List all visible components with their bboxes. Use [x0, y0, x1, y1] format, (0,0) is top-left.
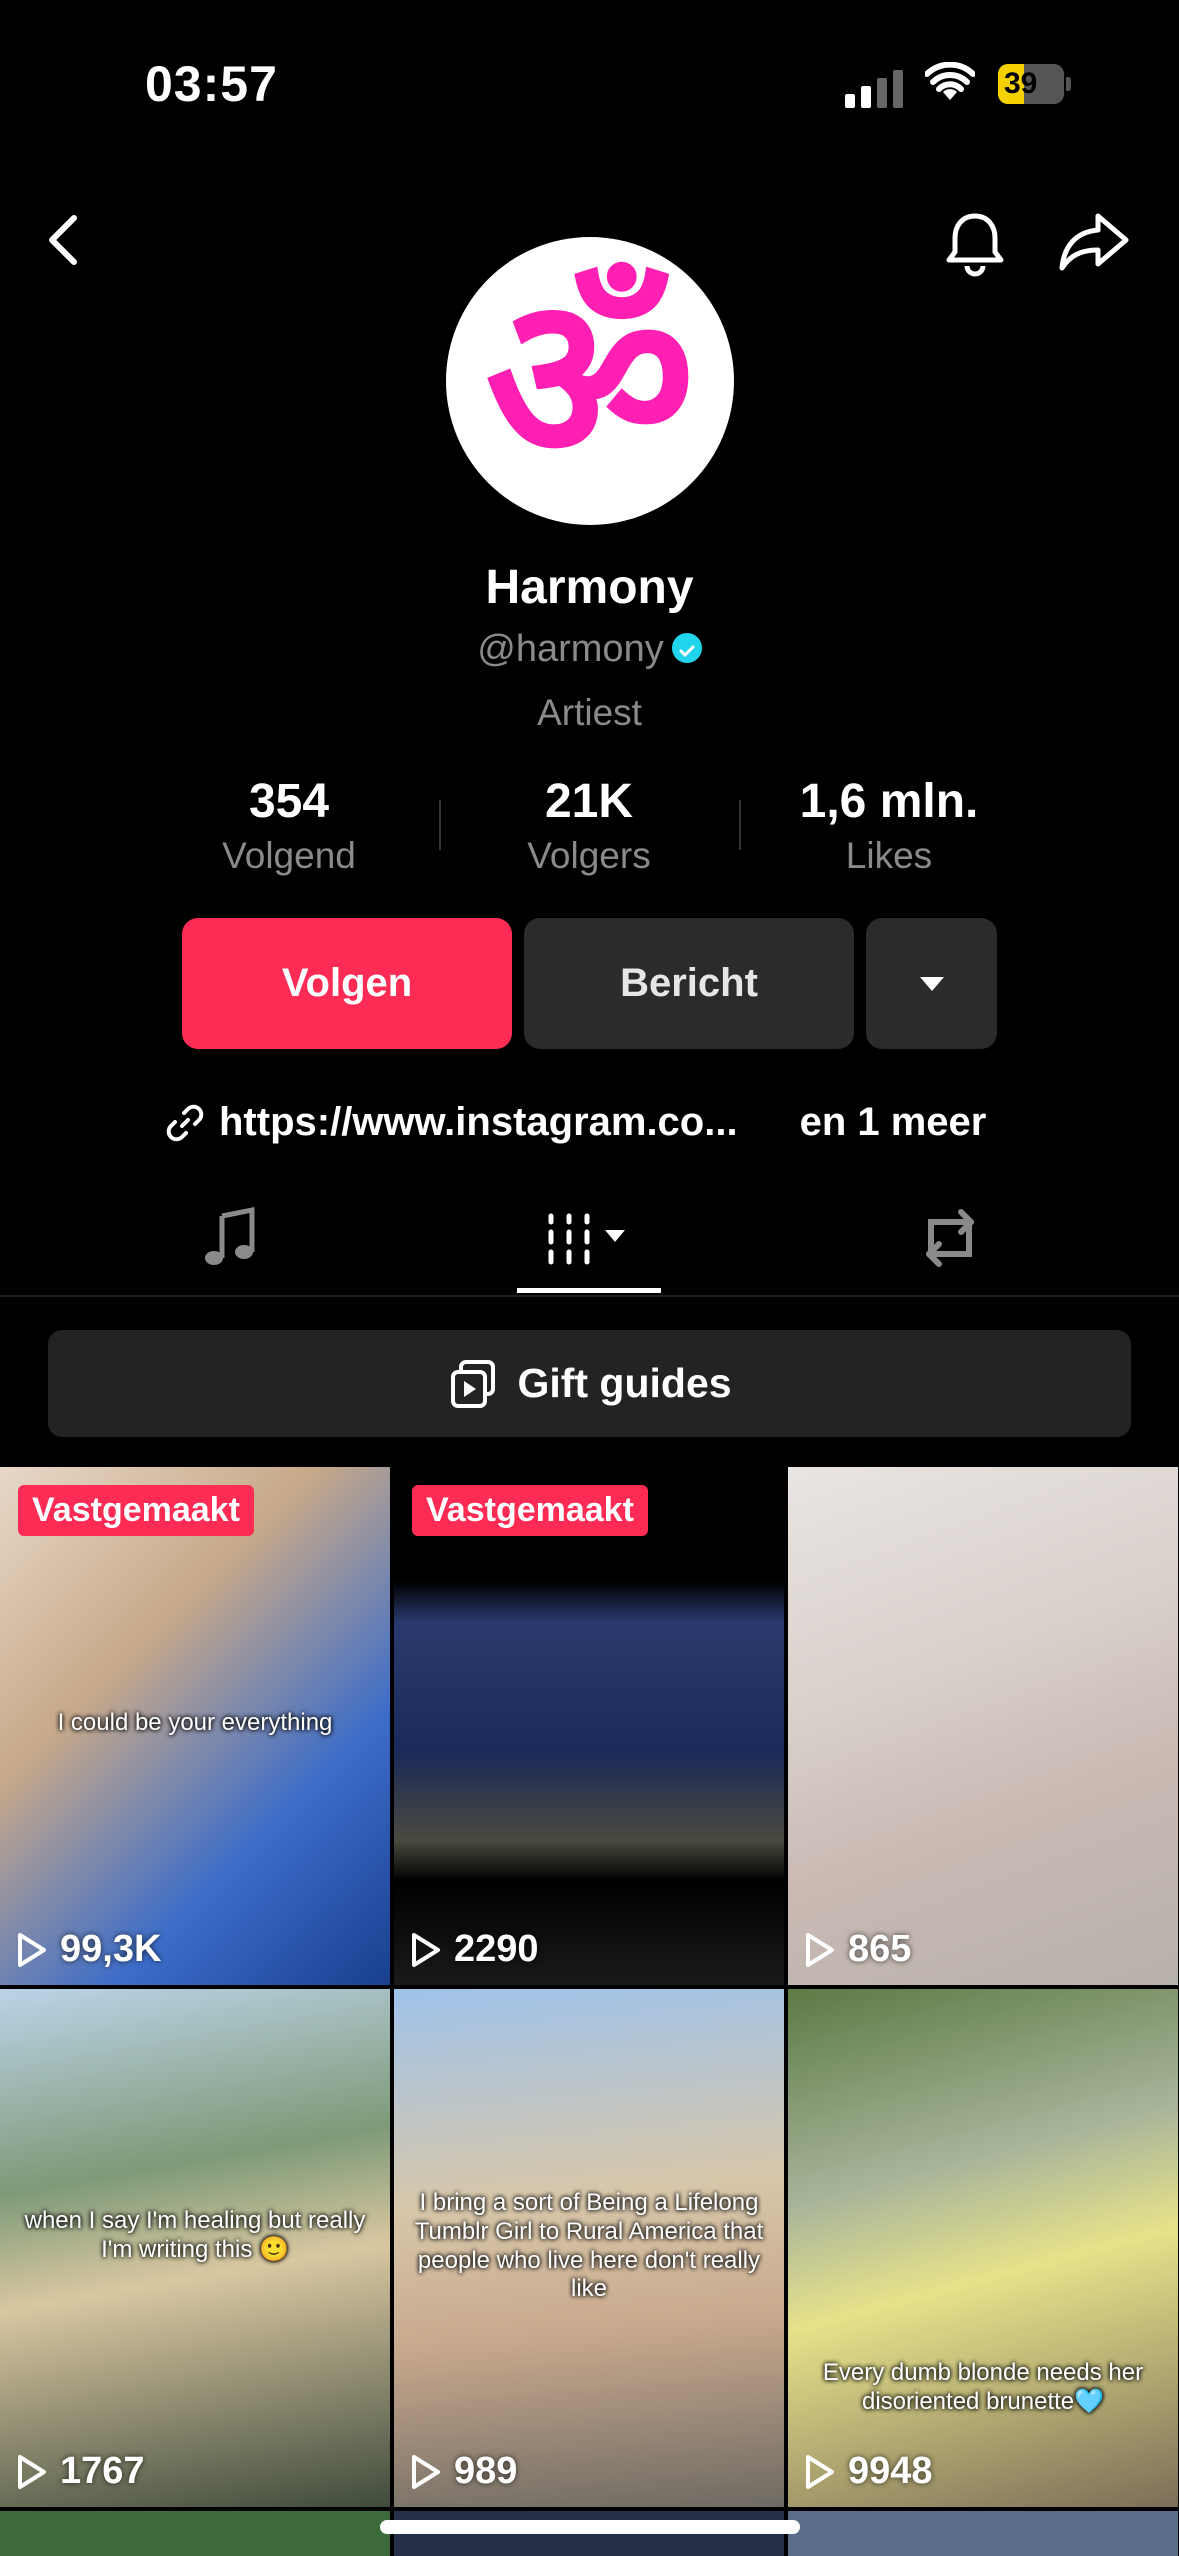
handle-text: @harmony — [477, 628, 664, 670]
view-count: 99,3K — [16, 1928, 161, 1971]
profile-name: Harmony — [485, 561, 694, 614]
view-count: 2290 — [410, 1928, 539, 1971]
play-icon — [806, 2454, 834, 2489]
video-caption: I could be your everything — [57, 1709, 333, 1736]
view-count-text: 865 — [848, 1928, 912, 1970]
video-thumbnail[interactable]: Every dumb blonde needs her disoriented … — [788, 1989, 1178, 2507]
profile-tabs — [0, 1180, 1179, 1295]
view-count-text: 989 — [454, 2450, 518, 2492]
gift-guides-icon — [451, 1359, 496, 1408]
tab-music[interactable] — [130, 1180, 330, 1295]
gift-guides-label: Gift guides — [517, 1360, 732, 1406]
stat-label: Likes — [845, 835, 933, 876]
avatar[interactable]: ॐ — [446, 237, 734, 525]
message-button[interactable]: Bericht — [524, 918, 854, 1049]
active-tab-indicator — [517, 1288, 661, 1293]
video-caption: Every dumb blonde needs her disoriented … — [822, 2359, 1144, 2415]
video-thumbnail[interactable]: when I say I'm healing but really I'm wr… — [0, 1989, 390, 2507]
stat-following[interactable]: 354 Volgend — [139, 774, 439, 877]
view-count: 9948 — [804, 2450, 933, 2493]
video-caption: I bring a sort of Being a Lifelong Tumbl… — [414, 2189, 764, 2303]
om-symbol-icon: ॐ — [485, 247, 695, 514]
view-count: 865 — [804, 1928, 911, 1971]
suggested-accounts-button[interactable] — [866, 918, 997, 1049]
video-thumbnail[interactable]: 865 — [788, 1467, 1178, 1985]
stat-value: 354 — [248, 775, 330, 828]
view-count-text: 1767 — [60, 2450, 145, 2492]
battery-icon: 39 — [998, 64, 1072, 104]
videos-grid-icon — [548, 1213, 625, 1264]
play-icon — [806, 1932, 834, 1967]
video-thumbnail[interactable]: Vastgemaakt I could be your everything 9… — [0, 1467, 390, 1985]
stat-likes[interactable]: 1,6 mln. Likes — [739, 774, 1039, 877]
caret-down-icon — [919, 976, 944, 991]
wifi-icon — [924, 61, 976, 107]
link-icon — [166, 1104, 204, 1141]
bio-link-more[interactable]: en 1 meer — [800, 1100, 987, 1145]
stat-value: 21K — [544, 775, 634, 828]
bell-icon[interactable] — [940, 208, 1010, 283]
play-icon — [18, 1932, 46, 1967]
home-indicator[interactable] — [380, 2520, 800, 2534]
play-icon — [412, 2454, 440, 2489]
battery-level: 39 — [1004, 67, 1038, 100]
view-count: 1767 — [16, 2450, 145, 2493]
stat-value: 1,6 mln. — [799, 775, 979, 828]
tab-divider — [0, 1295, 1179, 1297]
stat-label: Volgend — [222, 835, 356, 876]
cellular-signal-icon — [845, 70, 903, 108]
video-thumbnail[interactable]: I bring a sort of Being a Lifelong Tumbl… — [394, 1989, 784, 2507]
back-icon[interactable] — [40, 210, 90, 275]
bio-link-url: https://www.instagram.co... — [219, 1100, 738, 1144]
video-thumbnail[interactable] — [788, 2511, 1178, 2556]
profile-handle: @harmony — [0, 628, 1179, 671]
bio-link[interactable]: https://www.instagram.co... en 1 meer — [165, 1100, 986, 1145]
share-icon[interactable] — [1058, 210, 1130, 279]
stat-followers[interactable]: 21K Volgers — [439, 774, 739, 877]
view-count-text: 2290 — [454, 1928, 539, 1970]
play-icon — [18, 2454, 46, 2489]
status-time: 03:57 — [145, 56, 278, 112]
verified-badge-icon — [671, 632, 702, 663]
video-thumbnail[interactable]: Vastgemaakt 2290 — [394, 1467, 784, 1985]
play-icon — [412, 1932, 440, 1967]
pinned-badge: Vastgemaakt — [18, 1485, 254, 1536]
music-note-icon — [205, 1206, 255, 1265]
tab-videos[interactable] — [489, 1180, 689, 1295]
view-count: 989 — [410, 2450, 517, 2493]
gift-guides-button[interactable]: Gift guides — [48, 1330, 1131, 1437]
view-count-text: 9948 — [848, 2450, 933, 2492]
stat-label: Volgers — [527, 835, 651, 876]
video-caption: when I say I'm healing but really I'm wr… — [24, 2207, 366, 2263]
profile-category: Artiest — [537, 692, 642, 733]
video-thumbnail[interactable] — [0, 2511, 390, 2556]
tab-reposts[interactable] — [850, 1180, 1050, 1295]
repost-icon — [926, 1208, 974, 1267]
follow-button[interactable]: Volgen — [182, 918, 512, 1049]
view-count-text: 99,3K — [60, 1928, 162, 1970]
pinned-badge: Vastgemaakt — [412, 1485, 648, 1536]
